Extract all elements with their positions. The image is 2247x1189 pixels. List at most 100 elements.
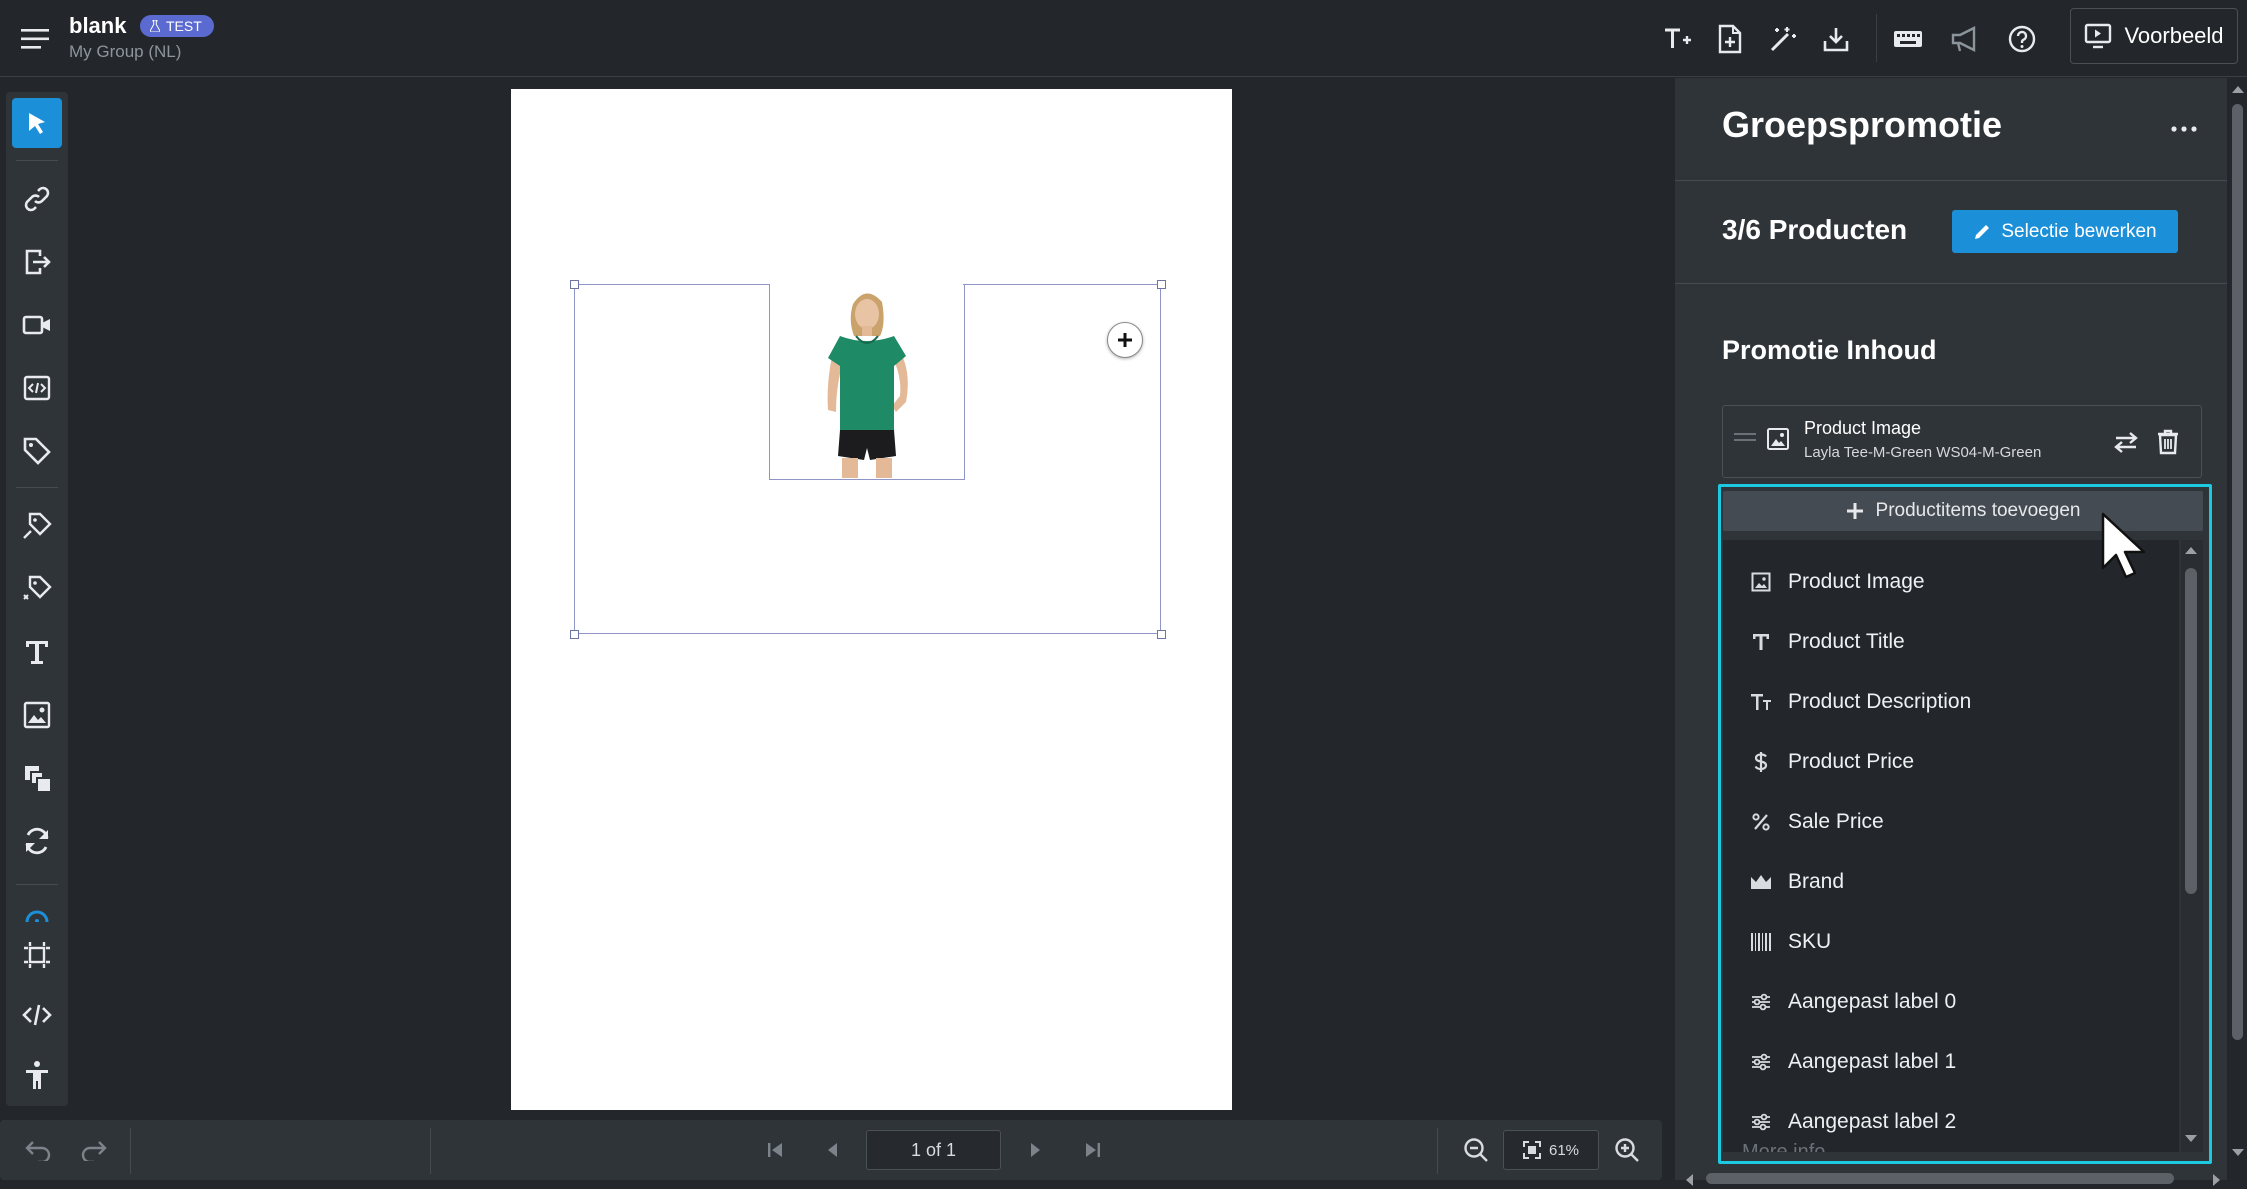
html-code-icon[interactable] xyxy=(12,990,62,1040)
test-badge: TEST xyxy=(140,15,214,37)
gauge-icon[interactable] xyxy=(12,892,62,922)
next-page-icon[interactable] xyxy=(1019,1133,1053,1167)
last-page-icon[interactable] xyxy=(1076,1133,1110,1167)
layers-icon[interactable] xyxy=(12,753,62,803)
trash-icon[interactable] xyxy=(2152,426,2184,458)
panel-vertical-scroll-thumb[interactable] xyxy=(2232,104,2243,1040)
refresh-icon[interactable] xyxy=(12,816,62,866)
fit-screen-icon xyxy=(1522,1141,1541,1159)
panel-horizontal-scroll-thumb[interactable] xyxy=(1706,1173,2174,1184)
title-icon xyxy=(1750,631,1772,653)
previous-page-icon[interactable] xyxy=(815,1133,849,1167)
video-icon[interactable] xyxy=(12,300,62,350)
dropdown-item-product-description[interactable]: Product Description xyxy=(1723,672,2179,732)
product-tag-icon[interactable] xyxy=(12,501,62,551)
flask-icon xyxy=(150,20,160,32)
dollar-icon xyxy=(1750,751,1772,773)
zoom-in-icon[interactable] xyxy=(1610,1133,1644,1167)
add-element-button[interactable] xyxy=(1107,322,1143,358)
zoom-out-icon[interactable] xyxy=(1459,1133,1493,1167)
bottom-separator xyxy=(430,1128,431,1174)
drag-handle-icon[interactable] xyxy=(1734,432,1756,442)
zoom-level[interactable]: 61% xyxy=(1503,1130,1599,1170)
left-toolbar xyxy=(6,92,68,1106)
add-text-icon[interactable] xyxy=(1656,18,1698,60)
resize-handle-top-right[interactable] xyxy=(1157,280,1166,289)
product-items-dropdown: Product Image Product Title Product Desc… xyxy=(1723,540,2179,1152)
scroll-left-icon[interactable] xyxy=(1684,1173,1694,1187)
preview-button[interactable]: Voorbeeld xyxy=(2070,8,2238,64)
document-title[interactable]: blank xyxy=(69,13,126,39)
link-icon[interactable] xyxy=(12,174,62,224)
sliders-icon xyxy=(1750,1111,1772,1133)
sliders-icon xyxy=(1750,1051,1772,1073)
megaphone-icon[interactable] xyxy=(1944,18,1986,60)
help-icon[interactable] xyxy=(2001,18,2043,60)
redo-icon[interactable] xyxy=(77,1133,111,1167)
page-indicator[interactable]: 1 of 1 xyxy=(866,1130,1001,1170)
content-item-title: Product Image xyxy=(1804,418,1922,438)
menu-icon[interactable] xyxy=(18,22,52,56)
tag-icon[interactable] xyxy=(12,426,62,476)
more-options-icon[interactable] xyxy=(2162,112,2206,146)
frame-icon[interactable] xyxy=(12,930,62,980)
dropdown-item-label: Product Description xyxy=(1788,690,1972,713)
dropdown-item-custom-label-0[interactable]: Aangepast label 0 xyxy=(1723,972,2179,1032)
dropdown-item-product-price[interactable]: Product Price xyxy=(1723,732,2179,792)
sliders-icon xyxy=(1750,991,1772,1013)
plus-icon xyxy=(1118,333,1132,347)
pencil-icon xyxy=(1973,223,1991,241)
add-page-icon[interactable] xyxy=(1709,18,1751,60)
content-item-subtitle: Layla Tee-M-Green WS04-M-Green xyxy=(1804,444,2042,461)
dropdown-item-sale-price[interactable]: Sale Price xyxy=(1723,792,2179,852)
text-icon[interactable] xyxy=(12,627,62,677)
promotion-content-heading: Promotie Inhoud xyxy=(1722,335,1937,365)
download-icon[interactable] xyxy=(1815,18,1857,60)
export-icon[interactable] xyxy=(12,237,62,287)
resize-handle-top-left[interactable] xyxy=(570,280,579,289)
resize-handle-bottom-right[interactable] xyxy=(1157,630,1166,639)
dropdown-item-product-title[interactable]: Product Title xyxy=(1723,612,2179,672)
swap-icon[interactable] xyxy=(2110,426,2142,458)
image-icon xyxy=(1750,571,1772,593)
dropdown-item-label: Aangepast label 1 xyxy=(1788,1050,1957,1073)
dropdown-item-label: Product Image xyxy=(1788,570,1925,593)
dropdown-item-brand[interactable]: Brand xyxy=(1723,852,2179,912)
image-icon[interactable] xyxy=(12,690,62,740)
resize-handle-bottom-left[interactable] xyxy=(570,630,579,639)
test-badge-label: TEST xyxy=(166,18,202,34)
first-page-icon[interactable] xyxy=(758,1133,792,1167)
keyboard-icon[interactable] xyxy=(1887,18,1929,60)
dropdown-item-label: SKU xyxy=(1788,930,1832,953)
accessibility-icon[interactable] xyxy=(12,1050,62,1100)
dropdown-item-sku[interactable]: SKU xyxy=(1723,912,2179,972)
dropdown-item-label: Brand xyxy=(1788,870,1845,893)
percent-icon xyxy=(1750,811,1772,833)
toolbar-separator xyxy=(16,884,58,885)
magic-wand-icon[interactable] xyxy=(1762,18,1804,60)
product-image xyxy=(770,284,963,478)
panel-separator xyxy=(1675,180,2227,181)
panel-title: Groepspromotie xyxy=(1722,104,2003,145)
scroll-up-icon[interactable] xyxy=(2184,545,2198,555)
product-image-frame[interactable] xyxy=(769,284,965,480)
plus-icon xyxy=(1846,502,1864,520)
scroll-down-icon[interactable] xyxy=(2231,1148,2245,1158)
dropdown-item-custom-label-1[interactable]: Aangepast label 1 xyxy=(1723,1032,2179,1092)
image-icon xyxy=(1766,427,1790,451)
edit-selection-label: Selectie bewerken xyxy=(2001,220,2157,242)
dropdown-item-label: Aangepast label 0 xyxy=(1788,990,1957,1013)
scroll-down-icon[interactable] xyxy=(2184,1134,2198,1144)
scroll-right-icon[interactable] xyxy=(2212,1173,2222,1187)
undo-icon[interactable] xyxy=(21,1133,55,1167)
dropdown-item-partial[interactable]: More info xyxy=(1742,1138,1825,1152)
select-icon[interactable] xyxy=(12,98,62,148)
add-product-items-label: Productitems toevoegen xyxy=(1875,500,2081,521)
scroll-up-icon[interactable] xyxy=(2231,84,2245,94)
edit-selection-button[interactable]: Selectie bewerken xyxy=(1952,210,2178,253)
bottom-separator xyxy=(130,1128,131,1174)
code-embed-icon[interactable] xyxy=(12,363,62,413)
product-tag-edit-icon[interactable] xyxy=(12,564,62,614)
zoom-value: 61% xyxy=(1548,1141,1580,1159)
dropdown-scroll-thumb[interactable] xyxy=(2185,568,2197,894)
